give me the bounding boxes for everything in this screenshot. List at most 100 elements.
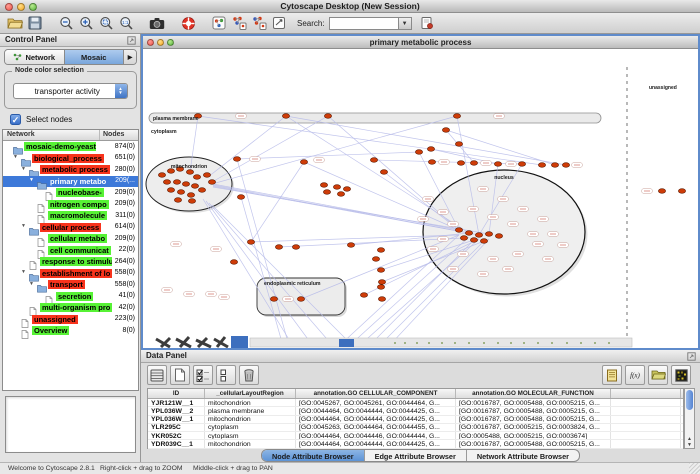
network-node[interactable] (551, 163, 558, 168)
network-node[interactable] (377, 285, 384, 290)
network-node[interactable] (360, 293, 367, 298)
network-node[interactable] (562, 163, 569, 168)
search-dropdown-icon[interactable]: ▼ (399, 17, 412, 30)
tree-row[interactable]: mosaic-demo-yeast874(0) (3, 141, 138, 153)
help-icon[interactable] (178, 14, 198, 32)
network-node[interactable] (323, 190, 330, 195)
network-node[interactable] (191, 184, 198, 189)
birds-eye-view[interactable] (5, 396, 136, 453)
network-node[interactable] (237, 195, 244, 200)
network-node[interactable] (193, 175, 200, 180)
expand-arrow-icon[interactable]: ▼ (21, 223, 26, 229)
scrollbar-thumb[interactable] (686, 390, 693, 410)
tree-row[interactable]: ▼biological_process651(0) (3, 153, 138, 165)
network-node[interactable] (475, 233, 482, 238)
network-node[interactable] (453, 114, 460, 119)
network-node[interactable] (188, 199, 195, 204)
network-node[interactable] (378, 297, 385, 302)
network-view-titlebar[interactable]: primary metabolic process (143, 36, 698, 49)
network-edge[interactable] (446, 130, 555, 165)
network-edge[interactable] (237, 152, 419, 159)
table-row[interactable]: YKR052Ccytoplasm[GO:0044464, GO:0044446,… (148, 432, 683, 440)
network-node[interactable] (158, 173, 165, 178)
network-node[interactable] (247, 240, 254, 245)
new-network-from-edges-icon[interactable] (249, 14, 269, 32)
network-node[interactable] (658, 189, 665, 194)
network-node[interactable] (320, 183, 327, 188)
tree-row[interactable]: Overview8(0) (3, 325, 138, 337)
network-edge[interactable] (349, 237, 469, 346)
table-row[interactable]: YPL036W__2plasma membrane[GO:0044464, GO… (148, 407, 683, 415)
expand-arrow-icon[interactable]: ▼ (21, 269, 26, 275)
zoom-selected-icon[interactable] (96, 14, 116, 32)
tab-overflow-arrow[interactable]: ▶ (124, 50, 136, 64)
network-node[interactable] (480, 239, 487, 244)
expand-arrow-icon[interactable]: ▼ (21, 166, 26, 172)
network-node[interactable] (465, 231, 472, 236)
table-column-header[interactable]: _cellularLayoutRegion (205, 389, 296, 398)
table-row[interactable]: YJR121W__1mitochondrion[GO:0045267, GO:0… (148, 399, 683, 407)
network-edge[interactable] (251, 162, 304, 242)
network-node[interactable] (494, 162, 501, 167)
network-node[interactable] (333, 185, 340, 190)
table-row[interactable]: YPL036W__1mitochondrion[GO:0044464, GO:0… (148, 416, 683, 424)
tree-row[interactable]: secretion41(0) (3, 291, 138, 303)
zoom-fit-icon[interactable]: 1:1 (116, 14, 136, 32)
table-column-header[interactable]: annotation.GO MOLECULAR_FUNCTION (456, 389, 611, 398)
snapshot-icon[interactable] (147, 14, 167, 32)
network-node[interactable] (495, 234, 502, 239)
delete-attribute-icon[interactable] (239, 365, 259, 385)
select-attributes-icon[interactable] (193, 365, 213, 385)
network-node[interactable] (187, 193, 194, 198)
import-icon[interactable] (648, 365, 668, 385)
network-node[interactable] (173, 180, 180, 185)
network-node[interactable] (442, 128, 449, 133)
new-attribute-icon[interactable] (170, 365, 190, 385)
save-icon[interactable] (25, 14, 45, 32)
attribute-table[interactable]: ID_cellularLayoutRegionannotation.GO CEL… (147, 388, 684, 449)
table-row[interactable]: YLR295Ccytoplasm[GO:0045263, GO:0044464,… (148, 424, 683, 432)
network-node[interactable] (538, 163, 545, 168)
network-node[interactable] (167, 188, 174, 193)
tree-row[interactable]: cellular metabo209(0) (3, 233, 138, 245)
tree-row[interactable]: nucleobase-209(0) (3, 187, 138, 199)
tree-row[interactable]: ▼metabolic process280(0) (3, 164, 138, 176)
network-node[interactable] (230, 260, 237, 265)
network-node[interactable] (470, 238, 477, 243)
network-edge[interactable] (209, 203, 333, 346)
network-node[interactable] (485, 232, 492, 237)
float-data-panel-icon[interactable] (687, 352, 696, 361)
tab-network[interactable]: Network (5, 50, 65, 64)
network-node[interactable] (678, 189, 685, 194)
network-node[interactable] (343, 187, 350, 192)
network-edge[interactable] (213, 184, 459, 230)
tab-edge-attribute-browser[interactable]: Edge Attribute Browser (365, 450, 467, 461)
network-node[interactable] (300, 160, 307, 165)
network-node[interactable] (233, 157, 240, 162)
network-node[interactable] (337, 192, 344, 197)
network-node[interactable] (372, 257, 379, 262)
unselect-attributes-icon[interactable] (216, 365, 236, 385)
tree-row[interactable]: ▼establishment of lo558(0) (3, 268, 138, 280)
expand-arrow-icon[interactable]: ▼ (29, 281, 34, 287)
network-node[interactable] (347, 243, 354, 248)
network-node[interactable] (380, 170, 387, 175)
tree-row[interactable]: response to stimulu264(0) (3, 256, 138, 268)
network-edge[interactable] (212, 205, 353, 346)
network-node[interactable] (415, 150, 422, 155)
zoom-out-icon[interactable] (56, 14, 76, 32)
float-panel-icon[interactable] (127, 36, 136, 45)
network-canvas[interactable]: plasma membranecytoplasmmitochondrionnuc… (143, 49, 698, 348)
network-node[interactable] (470, 161, 477, 166)
network-node[interactable] (324, 114, 331, 119)
tree-header[interactable]: Network Nodes (3, 130, 138, 141)
network-node[interactable] (208, 180, 215, 185)
network-node[interactable] (275, 245, 282, 250)
table-column-header[interactable] (611, 389, 681, 398)
table-row[interactable]: YDR039C__1mitochondrion[GO:0044464, GO:0… (148, 440, 683, 448)
network-node[interactable] (270, 297, 277, 302)
network-node[interactable] (518, 162, 525, 167)
network-node[interactable] (377, 268, 384, 273)
network-node[interactable] (427, 147, 434, 152)
zoom-in-icon[interactable] (76, 14, 96, 32)
